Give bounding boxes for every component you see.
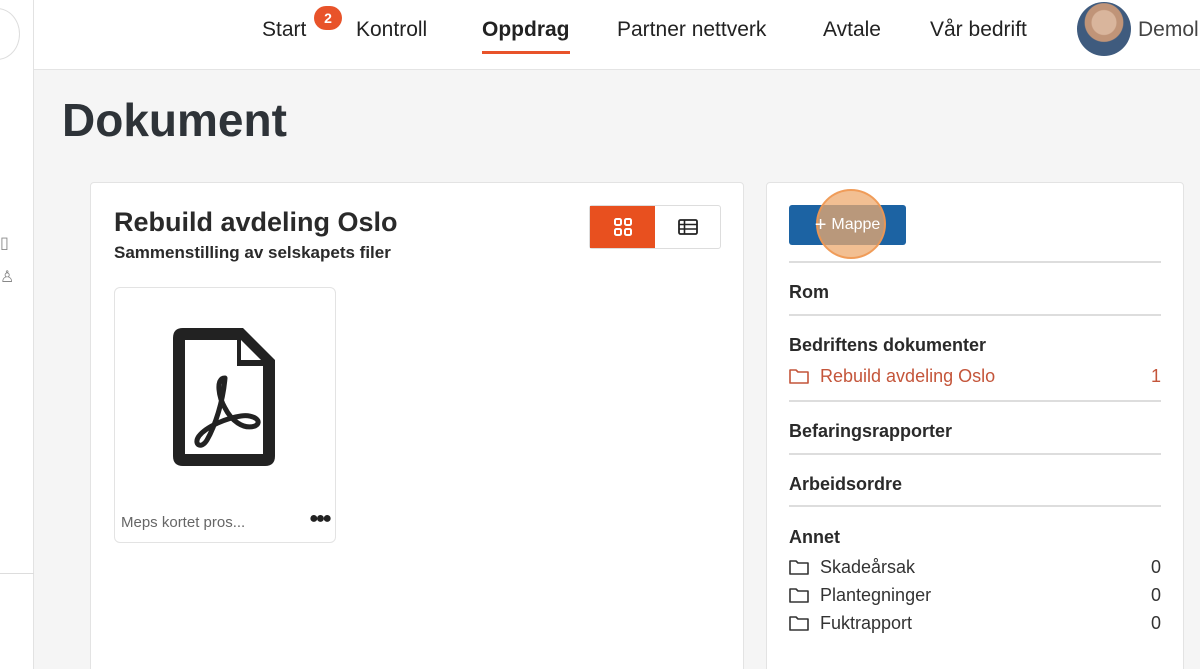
user-name[interactable]: Demol	[1138, 18, 1199, 42]
nav-partner-nettverk[interactable]: Partner nettverk	[617, 16, 766, 44]
folder-item-skadearsak[interactable]: Skadeårsak 0	[789, 555, 1161, 579]
category-befaringsrapporter[interactable]: Befaringsrapporter	[789, 421, 952, 442]
pdf-icon	[173, 328, 275, 466]
left-rail: ▯ ♙	[0, 0, 34, 669]
folder-icon	[789, 588, 809, 603]
folder-item-plantegninger[interactable]: Plantegninger 0	[789, 583, 1161, 607]
add-folder-button[interactable]	[789, 205, 906, 245]
divider	[789, 505, 1161, 507]
folder-name: Plantegninger	[820, 584, 932, 605]
rail-menu-button[interactable]	[0, 8, 20, 60]
divider	[789, 400, 1161, 402]
category-bedriftens-dokumenter[interactable]: Bedriftens dokumenter	[789, 335, 986, 356]
nav-active-underline	[482, 51, 570, 54]
folder-count: 0	[1150, 556, 1161, 577]
grid-icon	[613, 218, 632, 236]
file-name: Meps kortet pros...	[121, 514, 246, 531]
divider	[789, 314, 1161, 316]
category-rom[interactable]: Rom	[789, 282, 829, 303]
folder-name: Rebuild avdeling Oslo	[820, 365, 996, 386]
nav-avtale[interactable]: Avtale	[823, 16, 881, 44]
nav-start[interactable]: Start	[262, 16, 306, 44]
folder-item-fuktrapport[interactable]: Fuktrapport 0	[789, 611, 1161, 635]
list-view-button[interactable]	[655, 206, 720, 248]
folder-icon	[789, 560, 809, 575]
view-mode-toggle	[589, 205, 721, 249]
folder-count: 0	[1150, 584, 1161, 605]
rail-user-icon[interactable]: ♙	[0, 270, 14, 286]
folder-count: 0	[1150, 612, 1161, 633]
page-title: Dokument	[62, 94, 287, 146]
nav-oppdrag-label: Oppdrag	[482, 18, 570, 41]
file-options-button[interactable]: ●●●	[309, 510, 332, 528]
category-annet[interactable]: Annet	[789, 527, 840, 548]
folder-tree-panel: + Mappe Rom Bedriftens dokumenter Rebuil…	[766, 182, 1184, 669]
folder-name: Fuktrapport	[820, 612, 913, 633]
folder-title: Rebuild avdeling Oslo	[114, 207, 398, 237]
folder-count: 1	[1150, 365, 1161, 386]
grid-view-button[interactable]	[590, 206, 655, 248]
user-avatar[interactable]	[1077, 2, 1131, 56]
table-icon	[677, 219, 698, 235]
divider	[789, 261, 1161, 263]
folder-subtitle: Sammenstilling av selskapets filer	[114, 243, 391, 262]
notification-badge: 2	[314, 6, 342, 30]
folder-content-panel: Rebuild avdeling Oslo Sammenstilling av …	[90, 182, 744, 669]
folder-icon	[789, 369, 809, 384]
file-card[interactable]: Meps kortet pros... ●●●	[114, 287, 336, 543]
rail-document-icon[interactable]: ▯	[0, 236, 9, 252]
folder-icon	[789, 616, 809, 631]
divider	[789, 453, 1161, 455]
folder-item-rebuild-avdeling-oslo[interactable]: Rebuild avdeling Oslo 1	[789, 364, 1161, 388]
folder-name: Skadeårsak	[820, 556, 916, 577]
nav-var-bedrift[interactable]: Vår bedrift	[930, 16, 1027, 44]
rail-divider	[0, 573, 34, 574]
nav-kontroll[interactable]: Kontroll	[356, 16, 427, 44]
top-navigation: Start 2 Kontroll Oppdrag Partner nettver…	[34, 0, 1200, 70]
category-arbeidsordre[interactable]: Arbeidsordre	[789, 474, 902, 495]
nav-oppdrag[interactable]: Oppdrag	[482, 16, 570, 54]
